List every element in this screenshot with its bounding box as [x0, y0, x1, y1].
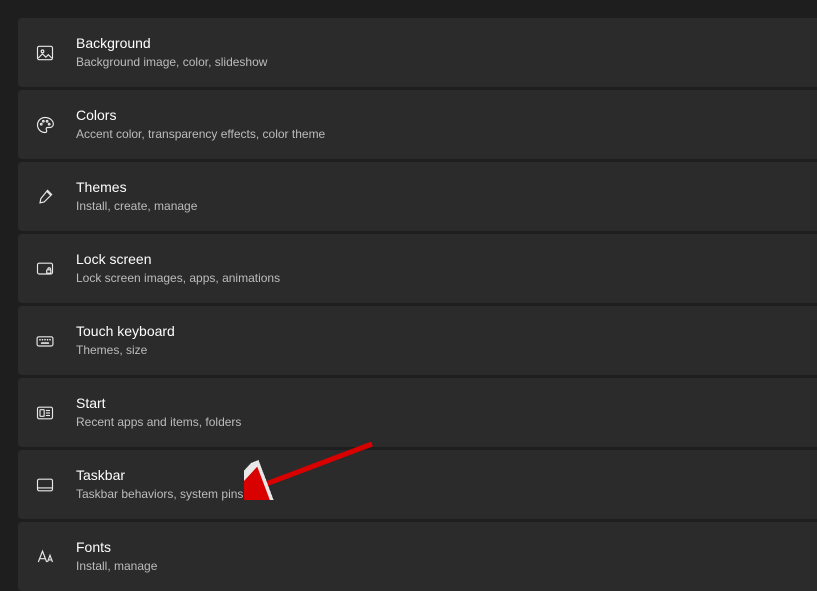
item-title: Background — [76, 34, 267, 53]
item-desc: Themes, size — [76, 342, 175, 358]
personalization-list: Background Background image, color, slid… — [18, 18, 817, 591]
item-colors[interactable]: Colors Accent color, transparency effect… — [18, 90, 817, 159]
fonts-icon — [34, 546, 56, 568]
item-touch-keyboard[interactable]: Touch keyboard Themes, size — [18, 306, 817, 375]
image-icon — [34, 42, 56, 64]
brush-icon — [34, 186, 56, 208]
item-title: Fonts — [76, 538, 157, 557]
start-icon — [34, 402, 56, 424]
taskbar-icon — [34, 474, 56, 496]
item-background[interactable]: Background Background image, color, slid… — [18, 18, 817, 87]
item-desc: Taskbar behaviors, system pins — [76, 486, 243, 502]
item-desc: Background image, color, slideshow — [76, 54, 267, 70]
item-title: Colors — [76, 106, 325, 125]
item-desc: Install, create, manage — [76, 198, 197, 214]
item-fonts[interactable]: Fonts Install, manage — [18, 522, 817, 591]
item-title: Start — [76, 394, 241, 413]
item-start[interactable]: Start Recent apps and items, folders — [18, 378, 817, 447]
palette-icon — [34, 114, 56, 136]
item-desc: Install, manage — [76, 558, 157, 574]
item-title: Lock screen — [76, 250, 280, 269]
item-themes[interactable]: Themes Install, create, manage — [18, 162, 817, 231]
item-taskbar[interactable]: Taskbar Taskbar behaviors, system pins — [18, 450, 817, 519]
item-desc: Recent apps and items, folders — [76, 414, 241, 430]
item-title: Taskbar — [76, 466, 243, 485]
item-desc: Lock screen images, apps, animations — [76, 270, 280, 286]
item-title: Themes — [76, 178, 197, 197]
lock-screen-icon — [34, 258, 56, 280]
item-lock-screen[interactable]: Lock screen Lock screen images, apps, an… — [18, 234, 817, 303]
item-title: Touch keyboard — [76, 322, 175, 341]
item-desc: Accent color, transparency effects, colo… — [76, 126, 325, 142]
keyboard-icon — [34, 330, 56, 352]
